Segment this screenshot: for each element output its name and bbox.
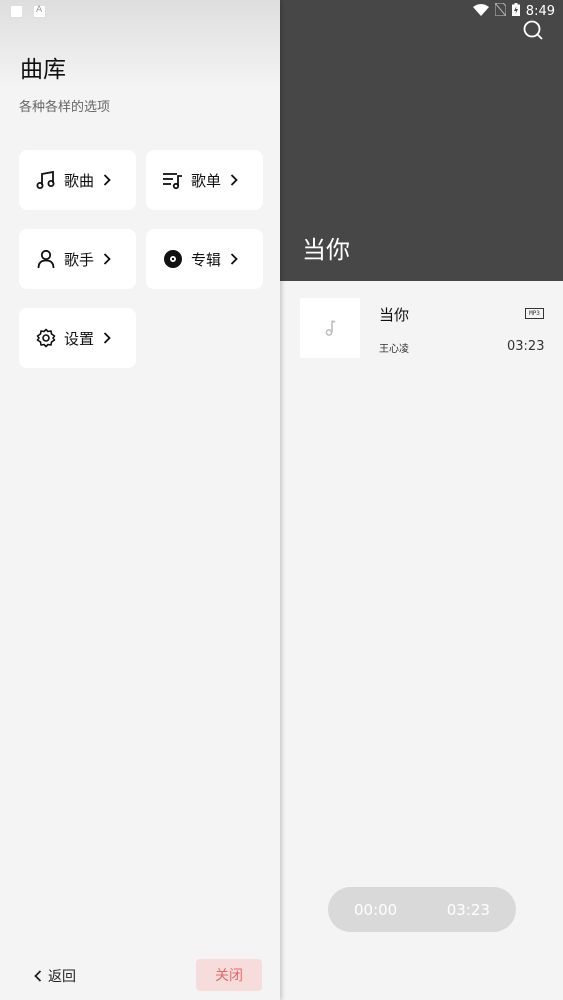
status-bar-right: 8:49 (472, 2, 555, 20)
playlist-icon (163, 170, 183, 190)
status-bar-left (10, 5, 46, 18)
drawer-title: 曲库 (20, 57, 66, 83)
gear-icon (36, 328, 56, 348)
player-total-time: 03:23 (446, 900, 490, 919)
player-current-time: 00:00 (354, 900, 398, 919)
page-title: 当你 (302, 236, 350, 264)
library-item-label: 歌曲 (64, 171, 95, 190)
notification-icon (33, 5, 46, 18)
library-item-playlists[interactable]: 歌单 (146, 150, 263, 210)
chevron-right-icon (230, 173, 240, 187)
song-duration: 03:23 (507, 339, 545, 354)
battery-charging-icon (511, 3, 520, 20)
library-item-albums[interactable]: 专辑 (146, 229, 263, 289)
album-cover (300, 298, 360, 358)
back-label: 返回 (48, 969, 76, 985)
chevron-right-icon (103, 173, 113, 187)
album-icon (163, 249, 183, 269)
song-title: 当你 (379, 306, 410, 324)
music-note-icon (325, 320, 336, 336)
drawer-subtitle: 各种各样的选项 (19, 100, 111, 115)
back-button[interactable]: 返回 (34, 966, 76, 986)
main-panel: 8:49 当你 当你 MP3 王心凌 03:23 00:00 03:23 (280, 0, 563, 1000)
chevron-left-icon (34, 970, 42, 982)
main-header: 8:49 当你 (280, 0, 563, 281)
library-item-label: 专辑 (191, 250, 222, 269)
person-icon (36, 249, 56, 269)
mini-player[interactable]: 00:00 03:23 (328, 887, 516, 932)
chevron-right-icon (103, 252, 113, 266)
library-item-label: 歌手 (64, 250, 95, 269)
format-badge: MP3 (525, 308, 544, 319)
chevron-right-icon (230, 252, 240, 266)
screen: 8:49 当你 当你 MP3 王心凌 03:23 00:00 03:23 A 曲… (0, 0, 563, 1000)
search-icon (523, 20, 543, 40)
library-item-label: 歌单 (191, 171, 222, 190)
wifi-icon (472, 3, 489, 20)
status-time: 8:49 (525, 4, 555, 19)
music-note-icon (36, 170, 56, 190)
search-button[interactable] (523, 20, 545, 42)
library-drawer: 曲库 各种各样的选项 歌曲 (0, 0, 280, 1000)
close-button[interactable]: 关闭 (196, 959, 262, 991)
notification-icon (10, 5, 23, 18)
library-item-songs[interactable]: 歌曲 (19, 150, 136, 210)
no-sim-icon (494, 2, 507, 20)
library-item-settings[interactable]: 设置 (19, 308, 136, 368)
library-item-artists[interactable]: 歌手 (19, 229, 136, 289)
chevron-right-icon (103, 331, 113, 345)
song-list-item[interactable]: 当你 MP3 王心凌 03:23 (280, 290, 563, 364)
song-artist: 王心凌 (379, 344, 409, 355)
library-item-label: 设置 (64, 329, 95, 348)
